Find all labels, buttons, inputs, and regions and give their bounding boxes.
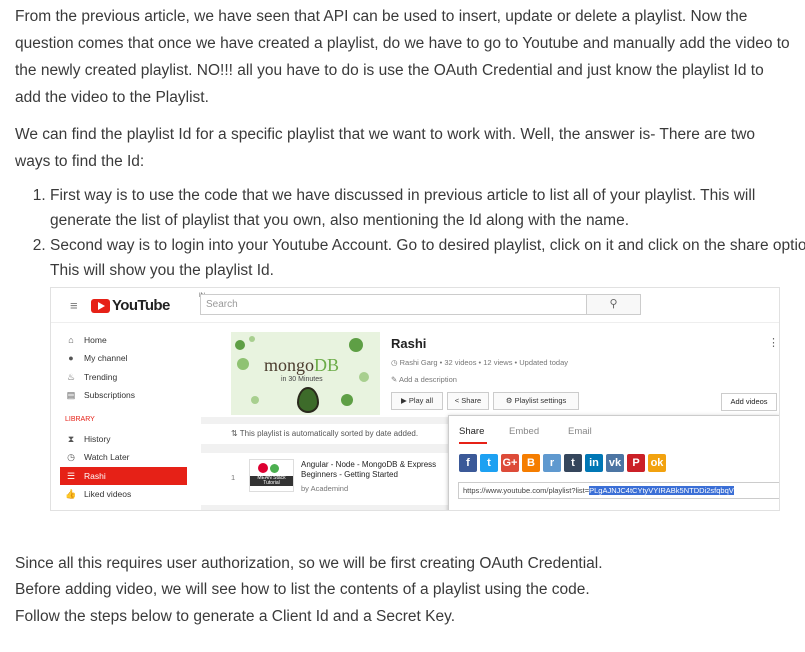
twitter-icon: t — [480, 454, 498, 472]
thumb-brand: mongoDB — [264, 355, 340, 375]
tab-embed: Embed — [509, 426, 540, 437]
sidebar-item-my-channel: ● My channel — [60, 349, 187, 367]
account-icon: ● — [68, 353, 74, 363]
facebook-icon: f — [459, 454, 477, 472]
sidebar: ⌂ Home ● My channel ♨ Trending ▤ Subscriptio… — [51, 323, 199, 510]
thumbs-up-icon: 👍 — [65, 489, 77, 499]
sidebar-item-trending: ♨ Trending — [60, 368, 187, 386]
add-description-link: ✎ Add a description — [391, 375, 457, 384]
playlist-thumbnail: mongoDB in 30 Minutes — [231, 332, 380, 415]
playlist-id-paragraph: We can find the playlist Id for a specif… — [15, 126, 756, 170]
youtube-header: ≡ YouTube IN Search ⚲ — [51, 288, 779, 323]
history-icon: ⧗ — [67, 434, 75, 444]
search-input: Search — [200, 294, 587, 315]
home-icon: ⌂ — [68, 335, 74, 345]
blogger-icon: B — [522, 454, 540, 472]
clock-icon: ◷ — [67, 452, 75, 462]
youtube-screenshot: ≡ YouTube IN Search ⚲ ⌂Home ●My channel … — [50, 287, 780, 511]
sidebar-item-home: ⌂ Home — [60, 331, 187, 349]
tab-email: Email — [568, 426, 592, 437]
list-item: Second way is to login into your Youtube… — [50, 233, 805, 283]
sidebar-item-liked-videos: 👍 Liked videos — [60, 485, 187, 503]
search-icon: ⚲ — [586, 294, 641, 315]
flame-icon: ♨ — [66, 372, 76, 382]
tab-share: Share — [459, 426, 485, 437]
play-all-button: ▶ Play all — [391, 392, 443, 410]
odnoklassniki-icon: ok — [648, 454, 666, 472]
video-channel: by Academind — [301, 484, 349, 493]
menu-icon: ≡ — [70, 298, 78, 313]
globe-icon: ◷ — [391, 358, 400, 367]
thumb-subtitle: in 30 Minutes — [281, 376, 323, 383]
share-url-field: https://www.youtube.com/playlist?list=PL… — [458, 482, 779, 499]
sidebar-item-subscriptions: ▤ Subscriptions — [60, 386, 187, 404]
reddit-icon: r — [543, 454, 561, 472]
playlist-meta: ◷ Rashi Garg • 32 videos • 12 views • Up… — [391, 358, 569, 367]
youtube-logo: YouTube IN — [91, 293, 205, 314]
ways-list: First way is to use the code that we hav… — [15, 183, 805, 283]
sort-icon: ⇅ — [231, 429, 240, 438]
play-logo-icon — [91, 298, 110, 313]
video-thumbnail: MEAN Stack Tutorial — [249, 459, 294, 492]
google-plus-icon: G+ — [501, 454, 519, 472]
list-contents-paragraph: Before adding video, we will see how to … — [15, 581, 590, 598]
video-title: Angular - Node - MongoDB & Express Begin… — [301, 460, 437, 479]
share-button: < Share — [447, 392, 489, 410]
add-videos-button: Add videos — [721, 393, 777, 411]
sidebar-item-rashi: ☰ Rashi — [60, 467, 187, 485]
active-tab-indicator — [459, 442, 487, 444]
gear-icon: ⚙ — [505, 396, 515, 405]
more-options-icon: ⋮ — [768, 337, 779, 349]
sidebar-item-history: ⧗ History — [60, 430, 187, 448]
playlist-title: Rashi — [391, 336, 427, 351]
playlist-header: mongoDB in 30 Minutes Rashi ◷ Rashi Garg… — [201, 323, 779, 417]
intro-paragraph: From the previous article, we have seen … — [15, 8, 790, 106]
playlist-icon: ☰ — [66, 471, 76, 481]
linkedin-icon: in — [585, 454, 603, 472]
leaf-icon — [297, 387, 319, 413]
subscriptions-icon: ▤ — [66, 390, 76, 400]
library-heading: LIBRARY — [65, 416, 95, 423]
sidebar-item-watch-later: ◷ Watch Later — [60, 448, 187, 466]
pencil-icon: ✎ — [391, 375, 399, 384]
steps-paragraph: Follow the steps below to generate a Cli… — [15, 608, 455, 625]
vk-icon: vk — [606, 454, 624, 472]
tumblr-icon: t — [564, 454, 582, 472]
list-item: First way is to use the code that we hav… — [50, 183, 805, 233]
pinterest-icon: P — [627, 454, 645, 472]
share-dialog: Share Embed Email f t G+ Br t in vk Pok https:/… — [448, 415, 779, 510]
playlist-settings-button: ⚙ Playlist settings — [493, 392, 579, 410]
auth-paragraph: Since all this requires user authorizati… — [15, 555, 603, 572]
